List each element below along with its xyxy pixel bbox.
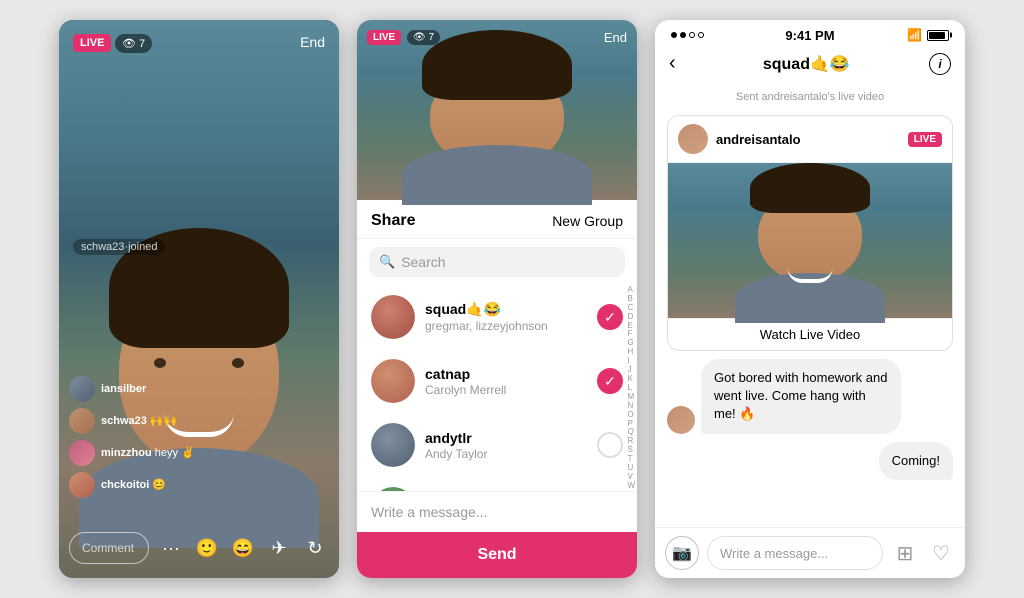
message-bubble: Got bored with homework and went live. C… (701, 359, 901, 434)
screen2-share: LIVE 👁 7 End Share New Group 🔍 Search sq… (357, 20, 637, 578)
sender-avatar (667, 406, 695, 434)
signal-dot-empty (689, 32, 695, 38)
battery-tip (950, 33, 952, 38)
contact-sub: Carolyn Merrell (425, 383, 587, 397)
screen3-chat: 9:41 PM 📶 ‹ squad🤙😂 i Sent andreisantalo… (655, 20, 965, 578)
signal-dot (680, 32, 686, 38)
avatar (371, 295, 415, 339)
avatar (371, 487, 415, 491)
live-background (59, 20, 339, 578)
back-button[interactable]: ‹ (669, 52, 676, 75)
battery-fill (929, 32, 945, 39)
chat-messages: Sent andreisantalo's live video andreisa… (655, 83, 965, 527)
status-right: 📶 (907, 28, 949, 42)
screens-container: LIVE 👁 7 End schwa23·joined iansilber sc… (0, 0, 1024, 598)
chat-bubble-left: Got bored with homework and went live. C… (667, 359, 953, 434)
status-bar: 9:41 PM 📶 (655, 20, 965, 46)
wifi-icon: 📶 (907, 28, 922, 42)
contact-item[interactable]: andytlr Andy Taylor (357, 413, 637, 477)
info-button[interactable]: i (929, 53, 951, 75)
contact-info: andytlr Andy Taylor (425, 430, 587, 461)
signal-dot-empty (698, 32, 704, 38)
message-bubble: Coming! (879, 442, 953, 480)
share-header: Share New Group (357, 200, 637, 239)
contact-info: squad🤙😂 gregmar, lizzeyjohnson (425, 301, 587, 333)
chat-input-bar: 📷 Write a message... ⊞ ♡ (655, 527, 965, 578)
message-input[interactable]: Write a message... (707, 536, 883, 570)
live-card-header: andreisantalo LIVE (668, 116, 952, 163)
live-card-username: andreisantalo (716, 132, 900, 147)
status-time: 9:41 PM (785, 28, 834, 43)
screen2-end-button[interactable]: End (604, 30, 627, 45)
contact-sub: Andy Taylor (425, 447, 587, 461)
contact-name: catnap (425, 366, 587, 382)
battery-icon (927, 30, 949, 41)
new-group-button[interactable]: New Group (552, 213, 623, 229)
chat-nav: ‹ squad🤙😂 i (655, 46, 965, 83)
screen1-live: LIVE 👁 7 End schwa23·joined iansilber sc… (59, 20, 339, 578)
contact-name: andytlr (425, 430, 587, 446)
avatar (371, 359, 415, 403)
chat-title: squad🤙😂 (684, 54, 929, 74)
live-card-avatar (678, 124, 708, 154)
contacts-list: squad🤙😂 gregmar, lizzeyjohnson ✓ catnap … (357, 285, 637, 491)
screen2-live-badge: LIVE (367, 30, 401, 45)
check-circle[interactable]: ✓ (597, 368, 623, 394)
signal-dot (671, 32, 677, 38)
contact-name: squad🤙😂 (425, 301, 587, 318)
share-title: Share (371, 212, 415, 230)
contact-item[interactable]: squad🤙😂 gregmar, lizzeyjohnson ✓ (357, 285, 637, 349)
screen2-viewers: 👁 7 (407, 30, 440, 45)
contact-info: catnap Carolyn Merrell (425, 366, 587, 397)
sent-label: Sent andreisantalo's live video (667, 91, 953, 103)
screen2-video: LIVE 👁 7 End (357, 20, 637, 200)
search-icon: 🔍 (379, 254, 395, 270)
write-message-area[interactable]: Write a message... (357, 491, 637, 532)
alphabet-sidebar: ABCDEFGHIJKLMNOPQRSTUVW (627, 285, 635, 491)
camera-button[interactable]: 📷 (665, 536, 699, 570)
heart-icon[interactable]: ♡ (927, 541, 955, 566)
image-icon[interactable]: ⊞ (891, 541, 919, 566)
live-video-card[interactable]: andreisantalo LIVE Watch Live Video (667, 115, 953, 351)
live-card-video (668, 163, 952, 318)
contact-item[interactable]: mari Mari (357, 477, 637, 491)
search-bar[interactable]: 🔍 Search (369, 247, 625, 277)
search-input-label: Search (401, 254, 445, 270)
chat-bubble-right: Coming! (667, 442, 953, 480)
contact-sub: gregmar, lizzeyjohnson (425, 319, 587, 333)
avatar (371, 423, 415, 467)
signal-dots (671, 32, 704, 38)
live-card-badge: LIVE (908, 132, 942, 147)
check-circle[interactable]: ✓ (597, 304, 623, 330)
send-button[interactable]: Send (357, 532, 637, 578)
contact-item[interactable]: catnap Carolyn Merrell ✓ (357, 349, 637, 413)
check-circle[interactable] (597, 432, 623, 458)
